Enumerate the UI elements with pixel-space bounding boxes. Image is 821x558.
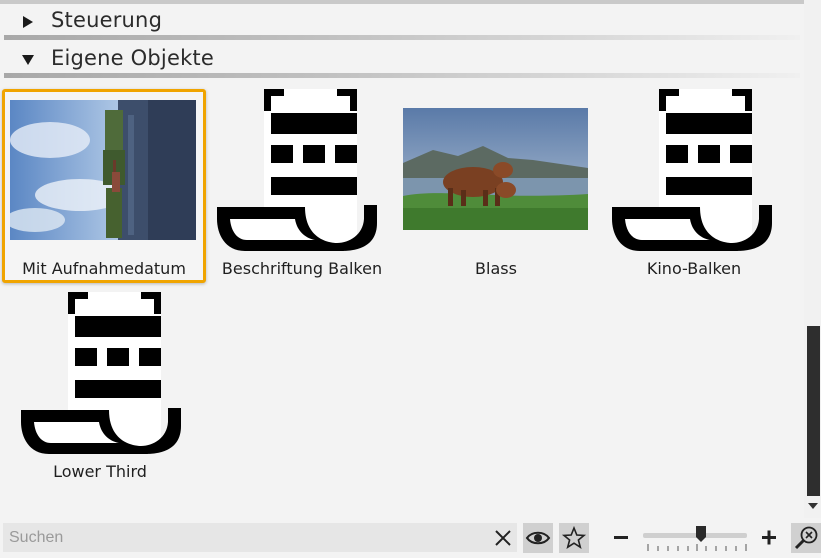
scroll-down-icon[interactable]	[808, 503, 818, 509]
scrollbar-thumb[interactable]	[807, 326, 820, 496]
zoom-reset-icon[interactable]	[791, 523, 821, 553]
zoom-in-icon[interactable]	[754, 523, 784, 553]
zoom-slider-knob[interactable]	[695, 526, 707, 543]
collapse-down-icon[interactable]	[21, 53, 35, 67]
section-title: Eigene Objekte	[51, 46, 214, 70]
slider-ticks	[647, 544, 747, 551]
vertical-scrollbar[interactable]	[804, 0, 821, 518]
object-tile[interactable]: Mit Aufnahmedatum	[2, 89, 206, 283]
object-tile[interactable]: Blass	[398, 89, 594, 283]
section-steuerung[interactable]: Steuerung	[0, 4, 800, 40]
section-divider	[4, 73, 800, 78]
text-object-icon	[21, 292, 181, 454]
object-tile[interactable]: Beschriftung Balken	[204, 89, 400, 283]
zoom-out-icon[interactable]	[606, 523, 636, 553]
photo-thumbnail	[10, 100, 196, 240]
star-icon[interactable]	[559, 523, 589, 553]
object-label: Kino-Balken	[646, 259, 742, 278]
search-input[interactable]	[3, 523, 517, 552]
text-object-icon	[612, 89, 772, 251]
text-object-icon	[217, 89, 377, 251]
bottom-toolbar	[0, 518, 821, 558]
object-label: Lower Third	[53, 462, 147, 481]
eye-icon[interactable]	[523, 523, 553, 553]
object-label: Beschriftung Balken	[221, 259, 383, 278]
object-label: Blass	[475, 259, 517, 278]
clear-icon[interactable]	[488, 523, 518, 553]
object-tile[interactable]: Kino-Balken	[596, 89, 792, 283]
section-title: Steuerung	[51, 8, 163, 32]
object-tile[interactable]: Lower Third	[2, 292, 198, 486]
section-divider	[4, 35, 800, 40]
section-eigene-objekte[interactable]: Eigene Objekte	[0, 42, 800, 78]
expand-right-icon[interactable]	[21, 15, 35, 29]
object-label: Mit Aufnahmedatum	[22, 259, 186, 278]
photo-thumbnail	[403, 108, 588, 230]
